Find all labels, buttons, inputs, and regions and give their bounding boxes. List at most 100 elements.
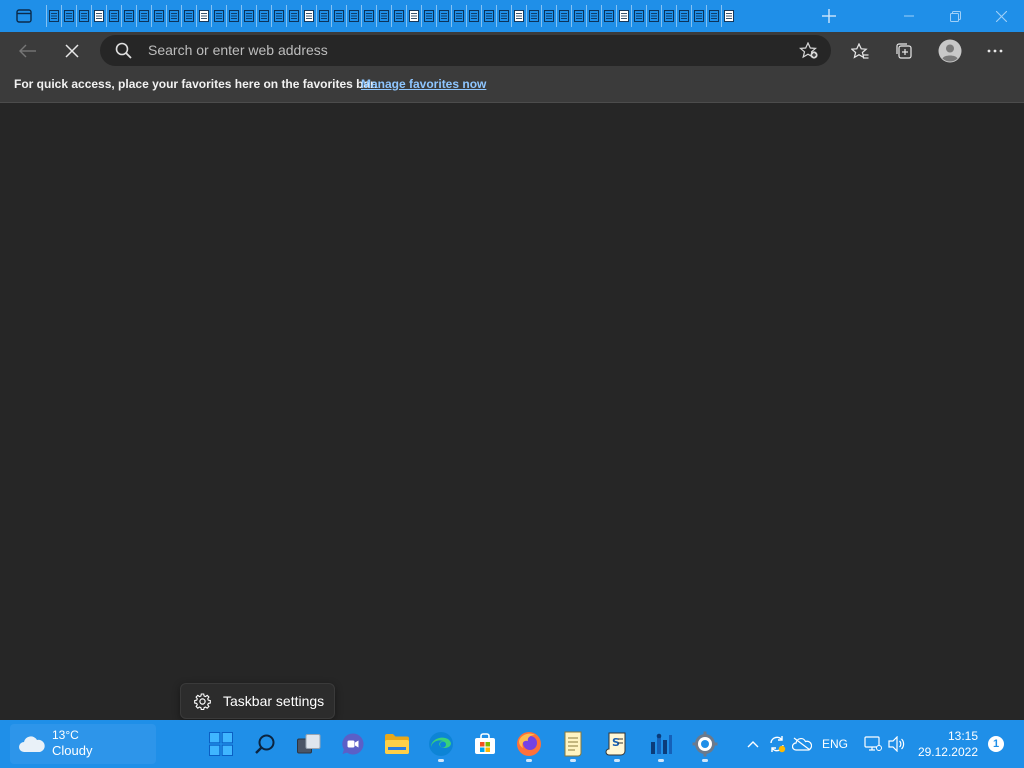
browser-tab[interactable] (286, 5, 301, 27)
browser-tab[interactable] (721, 5, 736, 27)
script-editor-button[interactable]: S (597, 724, 637, 764)
notepad-button[interactable] (553, 724, 593, 764)
browser-tab[interactable] (436, 5, 451, 27)
system-clock[interactable]: 13:15 29.12.2022 (914, 728, 978, 760)
browser-tab[interactable] (346, 5, 361, 27)
tray-sync-button[interactable] (766, 730, 788, 758)
browser-tab[interactable] (646, 5, 661, 27)
profile-avatar-icon (938, 39, 962, 63)
browser-tab[interactable] (226, 5, 241, 27)
tray-onedrive-button[interactable] (790, 730, 814, 758)
add-favorite-button[interactable] (797, 40, 821, 62)
back-button[interactable] (11, 35, 45, 67)
weather-temperature: 13°C (52, 728, 79, 742)
manage-favorites-link[interactable]: Manage favorites now (361, 70, 486, 100)
minimize-button[interactable] (886, 0, 932, 32)
collections-button[interactable] (887, 35, 921, 67)
page-favicon-icon (544, 10, 554, 22)
browser-tab[interactable] (586, 5, 601, 27)
browser-tab[interactable] (556, 5, 571, 27)
browser-tab[interactable] (676, 5, 691, 27)
new-tab-button[interactable] (814, 4, 844, 28)
browser-tab[interactable] (616, 5, 631, 27)
browser-tab[interactable] (61, 5, 76, 27)
stop-loading-button[interactable] (55, 35, 89, 67)
task-view-button[interactable] (289, 724, 329, 764)
browser-tab[interactable] (376, 5, 391, 27)
address-bar[interactable]: Search or enter web address (100, 35, 831, 66)
address-input[interactable]: Search or enter web address (148, 35, 788, 66)
browser-tab[interactable] (466, 5, 481, 27)
network-app-button[interactable] (641, 724, 681, 764)
restore-button[interactable] (932, 0, 978, 32)
browser-tab[interactable] (391, 5, 406, 27)
browser-tab[interactable] (661, 5, 676, 27)
tab-actions-menu-button[interactable] (10, 6, 38, 26)
browser-tab[interactable] (181, 5, 196, 27)
more-menu-button[interactable] (978, 35, 1012, 67)
page-favicon-icon (619, 10, 629, 22)
browser-tab[interactable] (496, 5, 511, 27)
browser-tab[interactable] (196, 5, 211, 27)
browser-tab[interactable] (571, 5, 586, 27)
browser-tab[interactable] (421, 5, 436, 27)
firefox-button[interactable] (509, 724, 549, 764)
browser-tab[interactable] (106, 5, 121, 27)
search-icon (255, 734, 275, 754)
browser-tab[interactable] (241, 5, 256, 27)
page-favicon-icon (514, 10, 524, 22)
cloud-icon (19, 736, 45, 752)
browser-tab[interactable] (136, 5, 151, 27)
browser-tab[interactable] (211, 5, 226, 27)
edge-taskbar-button[interactable] (421, 724, 461, 764)
browser-tab[interactable] (316, 5, 331, 27)
profile-button[interactable] (933, 35, 967, 67)
tray-volume-button[interactable] (886, 730, 908, 758)
start-button[interactable] (201, 724, 241, 764)
page-content-area[interactable] (0, 103, 1024, 720)
page-favicon-icon (214, 10, 224, 22)
tab-actions-icon (16, 9, 32, 23)
browser-tab[interactable] (511, 5, 526, 27)
chat-button[interactable] (333, 724, 373, 764)
browser-tab[interactable] (361, 5, 376, 27)
notification-count-badge[interactable]: 1 (988, 736, 1004, 752)
input-language-indicator[interactable]: ENG (818, 730, 852, 758)
file-explorer-button[interactable] (377, 724, 417, 764)
browser-tab[interactable] (46, 5, 61, 27)
browser-tab[interactable] (271, 5, 286, 27)
tray-network-button[interactable] (862, 730, 884, 758)
page-favicon-icon (409, 10, 419, 22)
browser-tab[interactable] (631, 5, 646, 27)
page-favicon-icon (289, 10, 299, 22)
weather-widget[interactable]: 13°C Cloudy (10, 724, 156, 764)
browser-tab[interactable] (691, 5, 706, 27)
browser-tab[interactable] (406, 5, 421, 27)
store-button[interactable] (465, 724, 505, 764)
favorites-button[interactable] (843, 35, 877, 67)
browser-tab[interactable] (301, 5, 316, 27)
taskbar-settings-menu-item[interactable]: Taskbar settings (183, 686, 332, 716)
browser-tab[interactable] (166, 5, 181, 27)
weather-condition: Cloudy (52, 743, 93, 758)
add-favorite-icon (799, 42, 818, 59)
taskbar-search-button[interactable] (245, 724, 285, 764)
browser-tab[interactable] (601, 5, 616, 27)
page-favicon-icon (439, 10, 449, 22)
settings-button[interactable] (685, 724, 725, 764)
browser-tab[interactable] (256, 5, 271, 27)
tray-overflow-button[interactable] (742, 730, 764, 758)
browser-tab[interactable] (481, 5, 496, 27)
browser-tab[interactable] (151, 5, 166, 27)
page-favicon-icon (184, 10, 194, 22)
browser-tab[interactable] (91, 5, 106, 27)
search-icon (115, 42, 132, 59)
browser-tab[interactable] (541, 5, 556, 27)
close-button[interactable] (978, 0, 1024, 32)
browser-tab[interactable] (526, 5, 541, 27)
browser-tab[interactable] (331, 5, 346, 27)
browser-tab[interactable] (706, 5, 721, 27)
browser-tab[interactable] (76, 5, 91, 27)
browser-tab[interactable] (121, 5, 136, 27)
browser-tab[interactable] (451, 5, 466, 27)
